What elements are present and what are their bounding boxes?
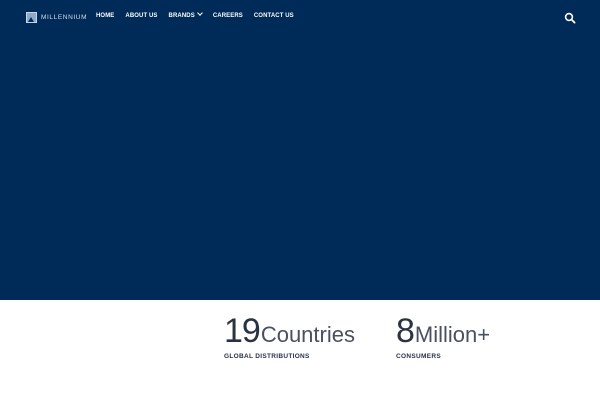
nav-item-about-us[interactable]: ABOUT US	[125, 13, 157, 19]
nav-item-careers[interactable]: CAREERS	[213, 13, 243, 19]
mountain-logo-icon	[26, 12, 37, 23]
stat-caption: GLOBAL DISTRIBUTIONS	[224, 353, 310, 360]
stat-countries: 19 Countries GLOBAL DISTRIBUTIONS	[224, 312, 355, 360]
site-logo[interactable]: MILLENNIUM	[26, 12, 87, 23]
nav-item-contact-us[interactable]: CONTACT US	[254, 13, 294, 19]
nav-item-brands-label: BRANDS	[168, 13, 195, 19]
chevron-down-icon	[196, 10, 203, 16]
hero-banner: MILLENNIUM HOME ABOUT US BRANDS CAREERS …	[0, 0, 600, 300]
stat-unit: Countries	[260, 322, 355, 347]
nav-item-home[interactable]: HOME	[96, 13, 114, 19]
main-nav: HOME ABOUT US BRANDS CAREERS CONTACT US	[96, 10, 305, 19]
stat-unit: Million+	[414, 322, 491, 347]
search-icon[interactable]	[564, 11, 576, 24]
nav-item-brands[interactable]: BRANDS	[168, 10, 203, 19]
stat-consumers: 8 Million+ CONSUMERS	[396, 312, 490, 360]
stat-number: 19	[224, 312, 261, 350]
stat-caption: CONSUMERS	[396, 353, 441, 360]
stat-number: 8	[396, 312, 415, 350]
logo-text: MILLENNIUM	[41, 14, 88, 21]
